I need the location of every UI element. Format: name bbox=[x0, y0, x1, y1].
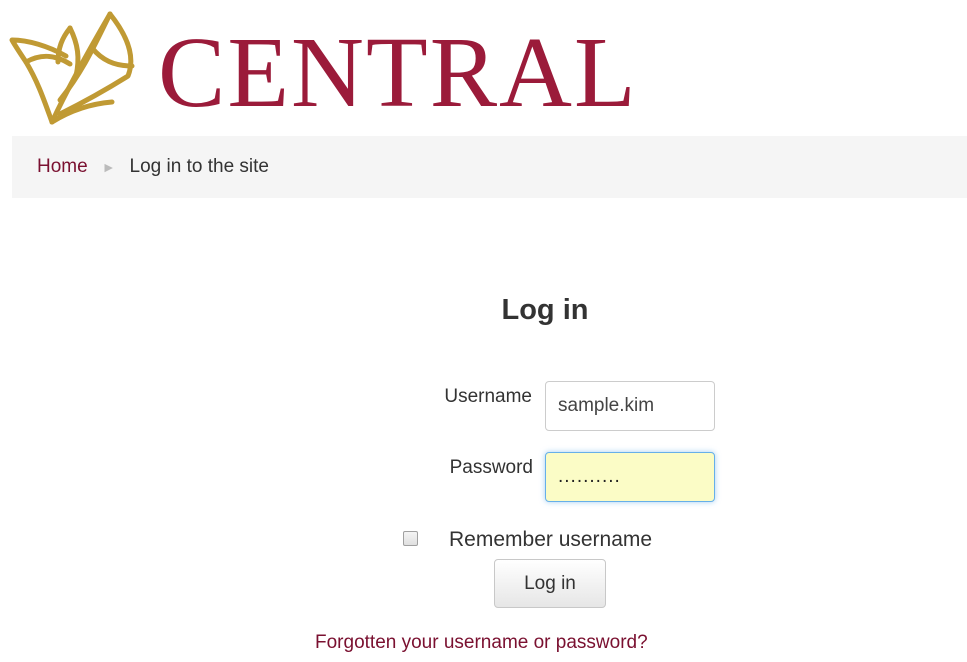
password-field[interactable] bbox=[545, 452, 715, 502]
breadcrumb-current: Log in to the site bbox=[129, 156, 269, 177]
remember-username-label[interactable]: Remember username bbox=[449, 528, 652, 552]
breadcrumb: Home ► Log in to the site bbox=[12, 136, 967, 198]
remember-username-checkbox[interactable] bbox=[403, 531, 418, 546]
site-name: CENTRAL bbox=[158, 16, 638, 128]
site-logo[interactable]: CENTRAL bbox=[8, 4, 648, 128]
password-label: Password bbox=[449, 457, 533, 478]
page-title: Log in bbox=[501, 294, 589, 327]
username-field[interactable] bbox=[545, 381, 715, 431]
leaf-logo-icon bbox=[9, 11, 135, 125]
forgot-password-link[interactable]: Forgotten your username or password? bbox=[315, 632, 648, 654]
login-button[interactable]: Log in bbox=[494, 559, 606, 608]
triangle-right-icon: ► bbox=[101, 159, 116, 175]
breadcrumb-home-link[interactable]: Home bbox=[37, 156, 88, 178]
username-label: Username bbox=[444, 386, 532, 407]
